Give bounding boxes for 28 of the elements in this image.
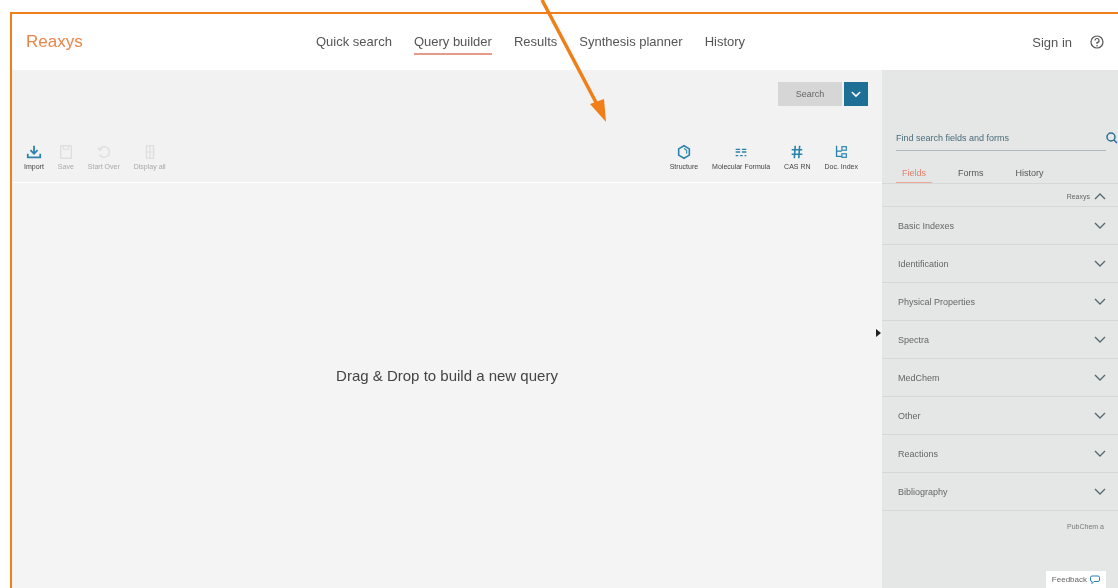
field-section[interactable]: Reactions [882,435,1118,473]
nav-tab[interactable]: Query builder [413,29,492,55]
feedback-button[interactable]: Feedback [1045,571,1106,588]
help-icon[interactable] [1090,35,1104,49]
nav-tab[interactable]: Quick search [316,29,392,55]
sign-in-link[interactable]: Sign in [1032,34,1072,50]
dropdown-button[interactable] [844,82,868,106]
field-section[interactable]: Spectra [882,321,1118,359]
field-section[interactable]: Other [882,397,1118,435]
search-icon[interactable] [1106,132,1118,144]
search-field[interactable]: Find search fields and forms [896,125,1106,151]
tree-icon [833,144,850,160]
hexagon-icon [675,144,692,160]
nav-tab[interactable]: History [704,29,746,55]
nav-tab[interactable]: Synthesis planner [579,29,683,55]
field-section[interactable]: MedChem [882,359,1118,397]
field-section[interactable]: Identification [882,245,1118,283]
field-section[interactable]: Basic Indexes [882,207,1118,245]
brand-logo[interactable]: Reaxys [26,32,316,52]
chat-icon [1090,575,1100,584]
chevron-icon [851,90,861,98]
sidebar-tab[interactable]: Forms [952,167,990,184]
field-section[interactable]: Physical Properties [882,283,1118,321]
nav-tab[interactable]: Results [513,29,558,55]
field-section[interactable]: Bibliography [882,473,1118,511]
download-icon [25,144,42,160]
sidebar-tab[interactable]: History [1009,167,1050,184]
drop-hint: Drag & Drop to build a new query [336,367,558,384]
